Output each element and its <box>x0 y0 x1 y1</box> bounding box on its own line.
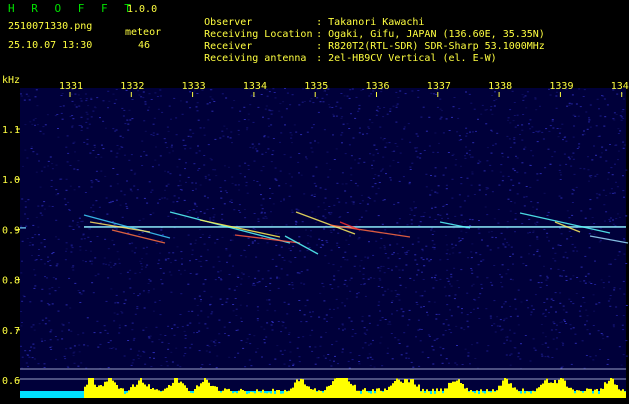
x-tick-label: 1335 <box>304 81 328 92</box>
y-tick-label: 0.8 <box>2 276 20 287</box>
y-tick-label: 0.9 <box>2 225 20 236</box>
x-tick-label: 1334 <box>243 81 267 92</box>
x-tick-label: 1337 <box>427 81 451 92</box>
spectrogram-plot: 1.1 1.0 0.9 0.8 0.7 0.6 1331 1332 1333 1334 1335 13… <box>2 81 629 398</box>
x-tick-label: 1338 <box>488 81 512 92</box>
plot-background <box>20 88 626 398</box>
spectrogram-area: 1.1 1.0 0.9 0.8 0.7 0.6 1331 1332 1333 1334 1335 13… <box>0 0 629 400</box>
x-tick-label: 1339 <box>549 81 573 92</box>
x-tick-label: 1333 <box>182 81 206 92</box>
x-tick-label: 1336 <box>366 81 390 92</box>
x-tick-label: 1331 <box>59 81 83 92</box>
y-tick-label: 1.0 <box>2 175 20 186</box>
x-tick-label: 1332 <box>120 81 144 92</box>
x-tick-label: 1340 <box>611 81 629 92</box>
y-tick-label: 0.7 <box>2 326 20 337</box>
y-tick-label: 0.6 <box>2 376 20 387</box>
y-tick-label: 1.1 <box>2 125 20 136</box>
